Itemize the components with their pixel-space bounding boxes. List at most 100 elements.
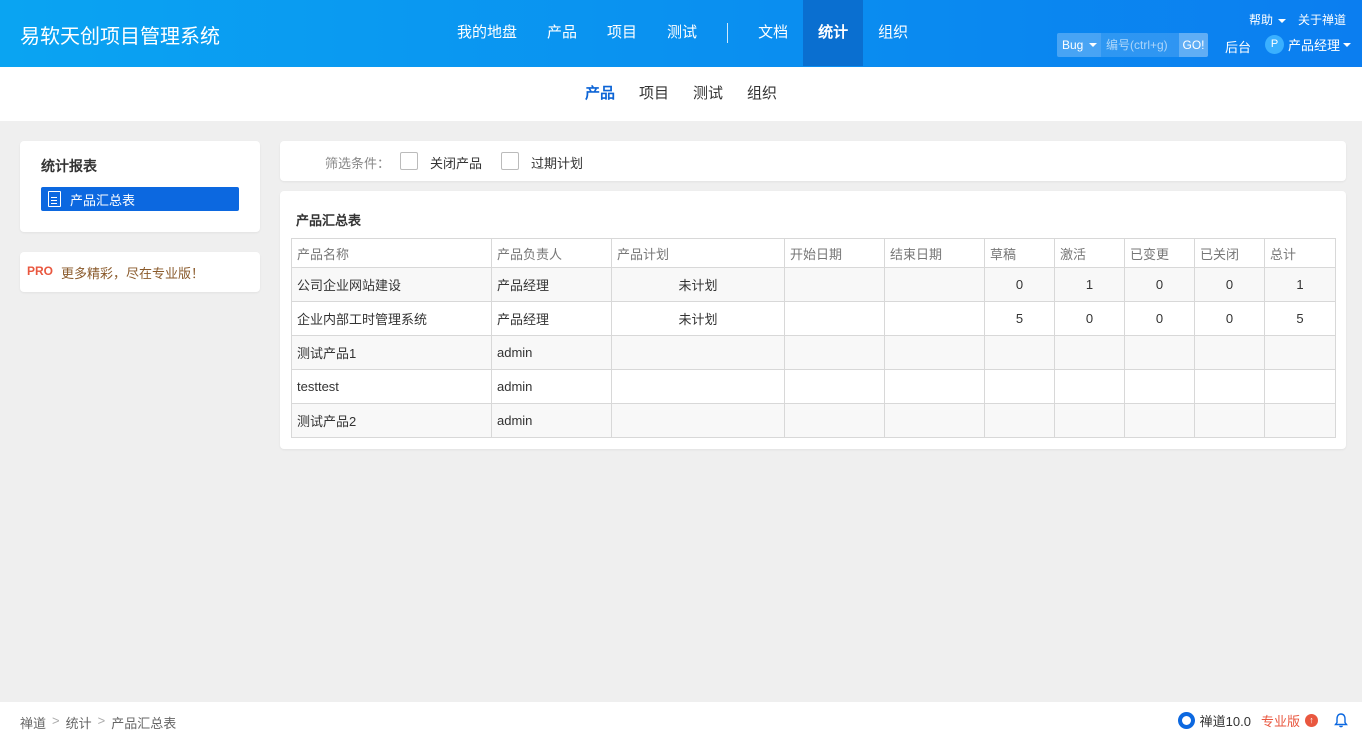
column-header: 总计: [1264, 238, 1336, 268]
user-name: 产品经理: [1288, 38, 1341, 53]
user-menu[interactable]: P 产品经理: [1265, 35, 1352, 54]
nav-project[interactable]: 项目: [592, 0, 652, 66]
brand-title[interactable]: 易软天创项目管理系统: [20, 20, 220, 49]
caret-down-icon: [1277, 18, 1286, 23]
footer: 禅道 > 统计 > 产品汇总表 禅道10.0 专业版 ↑: [0, 702, 1362, 737]
table-cell: 公司企业网站建设: [291, 267, 492, 302]
subnav-company[interactable]: 组织: [735, 67, 789, 121]
admin-link[interactable]: 后台: [1225, 37, 1251, 56]
table-cell: [1124, 369, 1195, 404]
product-summary-table: 产品名称 产品负责人 产品计划 开始日期 结束日期 草稿 激活 已变更 已关闭 …: [291, 238, 1336, 438]
table-row: 测试产品1 admin: [291, 335, 1336, 370]
column-header: 已变更: [1124, 238, 1195, 268]
table-cell: 1: [1054, 267, 1125, 302]
upgrade-arrow-icon[interactable]: ↑: [1305, 714, 1318, 727]
search-box: Bug GO!: [1057, 33, 1208, 57]
breadcrumb-separator: >: [97, 713, 106, 728]
table-cell: [1194, 369, 1265, 404]
pro-version-link[interactable]: 专业版: [1261, 711, 1300, 730]
table-cell: admin: [491, 335, 612, 370]
table-cell: 企业内部工时管理系统: [291, 301, 492, 336]
table-cell: [784, 267, 885, 302]
pro-badge: PRO: [27, 264, 54, 278]
subnav-product[interactable]: 产品: [573, 67, 627, 121]
filter-label: 筛选条件：: [325, 156, 391, 171]
search-type-select[interactable]: Bug: [1057, 33, 1101, 57]
document-icon: [48, 191, 61, 207]
column-header: 已关闭: [1194, 238, 1265, 268]
nav-my[interactable]: 我的地盘: [442, 0, 532, 66]
expired-plan-label[interactable]: 过期计划: [531, 153, 583, 172]
help-menu[interactable]: 帮助: [1249, 11, 1286, 28]
sub-nav: 产品 项目 测试 组织: [0, 67, 1362, 121]
table-cell: [1054, 335, 1125, 370]
table-cell: [984, 335, 1055, 370]
sidebar-item-product-summary[interactable]: 产品汇总表: [41, 187, 239, 211]
table-row: 测试产品2 admin: [291, 403, 1336, 438]
nav-company[interactable]: 组织: [863, 0, 923, 66]
breadcrumb-separator: >: [52, 713, 60, 728]
table-cell: 测试产品1: [291, 335, 492, 370]
table-cell: 未计划: [611, 267, 785, 302]
table-cell: [984, 369, 1055, 404]
sidebar-title: 统计报表: [41, 158, 97, 174]
nav-test[interactable]: 测试: [652, 0, 712, 66]
closed-product-label[interactable]: 关闭产品: [430, 153, 482, 172]
top-header: 易软天创项目管理系统 我的地盘 产品 项目 测试 文档 统计 组织 帮助 关于禅…: [0, 0, 1362, 67]
table-cell: [784, 301, 885, 336]
version-link[interactable]: 禅道10.0: [1200, 711, 1251, 730]
report-sidebar: 统计报表 产品汇总表: [20, 141, 260, 232]
closed-product-checkbox[interactable]: [400, 152, 418, 170]
report-panel: 产品汇总表 产品名称 产品负责人 产品计划 开始日期 结束日期 草稿 激活 已变…: [280, 191, 1346, 449]
column-header: 产品名称: [291, 238, 492, 268]
table-cell: 5: [1264, 301, 1336, 336]
table-cell: [784, 369, 885, 404]
search-go-button[interactable]: GO!: [1179, 33, 1208, 57]
bell-icon[interactable]: [1334, 713, 1348, 728]
table-cell: 0: [1124, 267, 1195, 302]
column-header: 开始日期: [784, 238, 885, 268]
caret-down-icon: [1089, 43, 1097, 47]
subnav-project[interactable]: 项目: [627, 67, 681, 121]
table-cell: [784, 335, 885, 370]
footer-right: 禅道10.0 专业版 ↑: [1177, 711, 1348, 730]
pro-text: 更多精彩，尽在专业版！: [61, 266, 205, 281]
table-cell: [1264, 369, 1336, 404]
table-cell: [1264, 403, 1336, 438]
breadcrumb-report[interactable]: 统计: [66, 713, 92, 732]
nav-doc[interactable]: 文档: [743, 0, 803, 66]
table-cell: 0: [984, 267, 1055, 302]
column-header: 结束日期: [884, 238, 985, 268]
breadcrumb-home[interactable]: 禅道: [20, 713, 46, 732]
table-cell: [884, 301, 985, 336]
table-cell: 0: [1194, 267, 1265, 302]
help-label: 帮助: [1248, 13, 1273, 27]
zentao-logo-icon: [1177, 712, 1195, 729]
sidebar-item-label: 产品汇总表: [70, 192, 136, 208]
filter-bar: 筛选条件： 关闭产品 过期计划: [280, 141, 1346, 181]
table-cell: [1124, 403, 1195, 438]
table-row: 企业内部工时管理系统 产品经理 未计划 5 0 0 0 5: [291, 301, 1336, 336]
nav-product[interactable]: 产品: [532, 0, 592, 66]
table-cell: [884, 267, 985, 302]
table-row: testtest admin: [291, 369, 1336, 404]
table-cell: [1124, 335, 1195, 370]
table-cell: [1194, 403, 1265, 438]
about-link[interactable]: 关于禅道: [1298, 11, 1346, 28]
nav-report[interactable]: 统计: [803, 0, 864, 66]
table-cell: 5: [984, 301, 1055, 336]
table-cell: [884, 369, 985, 404]
table-cell: [611, 369, 785, 404]
expired-plan-checkbox[interactable]: [501, 152, 519, 170]
pro-promo[interactable]: PRO 更多精彩，尽在专业版！: [20, 252, 260, 292]
avatar: P: [1265, 35, 1284, 54]
table-cell: 0: [1054, 301, 1125, 336]
subnav-test[interactable]: 测试: [681, 67, 735, 121]
table-cell: 产品经理: [491, 267, 612, 302]
table-cell: [784, 403, 885, 438]
table-cell: [984, 403, 1055, 438]
table-cell: 1: [1264, 267, 1336, 302]
search-input[interactable]: [1101, 33, 1179, 57]
column-header: 草稿: [984, 238, 1055, 268]
table-cell: admin: [491, 369, 612, 404]
